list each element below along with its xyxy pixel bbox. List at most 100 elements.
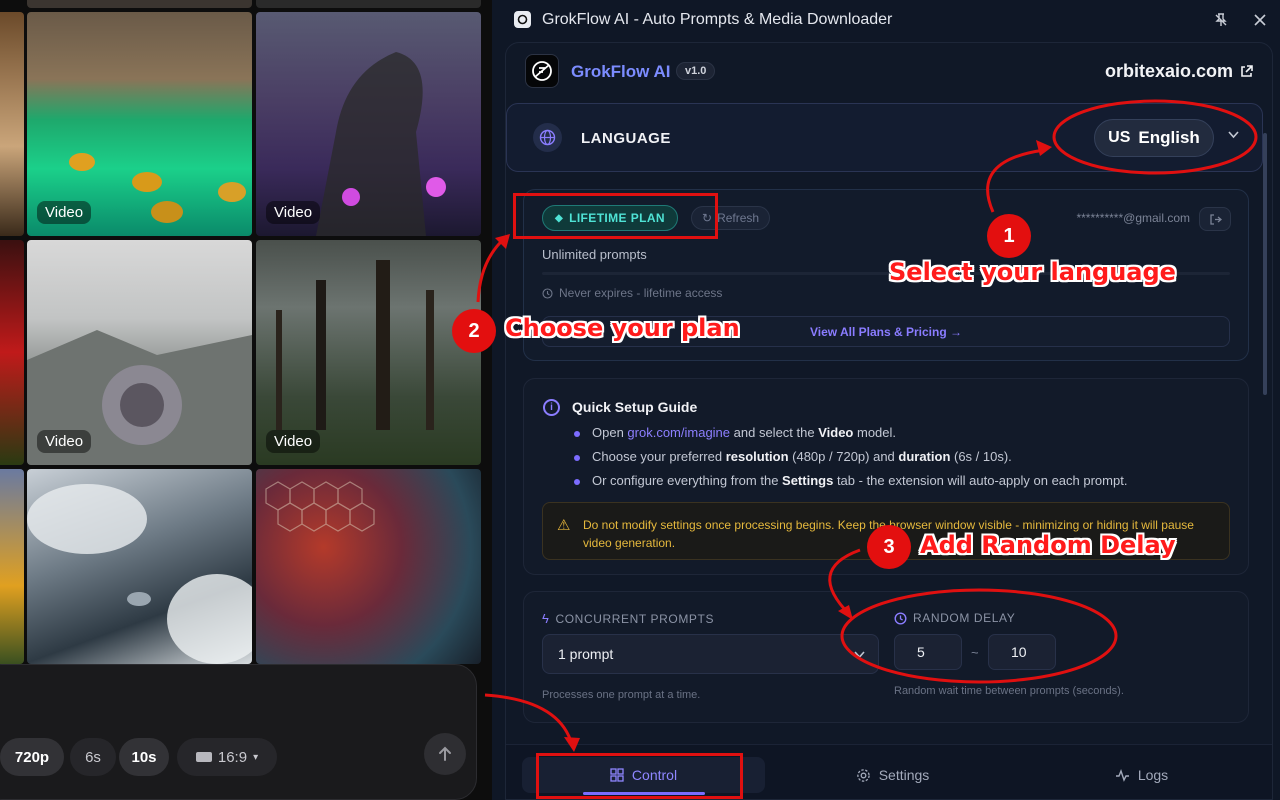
guide-step: Choose your preferred resolution (480p /… [574,449,1012,464]
tab-logs[interactable]: Logs [1020,757,1263,793]
guide-step: Or configure everything from the Setting… [574,473,1127,488]
view-plans-label: View All Plans & Pricing → [809,324,963,339]
guide-bold: Video [818,425,854,440]
plan-description: Unlimited prompts [542,247,647,262]
bullet-dot [574,478,580,485]
delay-max-value: 10 [1011,644,1027,660]
clock-icon [894,611,907,625]
duration-10s-chip[interactable]: 10s [119,738,169,776]
language-select[interactable]: US English [1094,119,1214,157]
account-email: **********@gmail.com [1076,211,1190,225]
gallery-tile-partial[interactable] [0,240,24,465]
extension-panel: GrokFlow AI - Auto Prompts & Media Downl… [492,0,1280,800]
globe-icon [533,123,562,152]
tile-badge: Video [37,430,92,453]
aspect-ratio-label: 16:9 [217,748,248,766]
chevron-down-icon[interactable] [1227,128,1240,144]
brand-logo [525,54,559,88]
gallery-tile[interactable] [27,469,252,664]
language-section: LANGUAGE US English [506,103,1263,172]
gallery-tile[interactable] [256,469,481,664]
step-badge-1: 1 [987,214,1031,258]
tab-settings-label: Settings [878,767,930,783]
website-label: orbitexaio.com [1104,61,1233,81]
app-icon [514,11,531,28]
language-title: LANGUAGE [581,130,671,147]
guide-text: (480p / 720p) and [788,449,899,464]
send-button[interactable] [424,733,466,775]
language-value: English [1138,128,1200,147]
guide-text: and select the [730,425,819,440]
step-badge-2: 2 [452,309,496,353]
guide-text: Or configure everything from the [592,473,783,488]
pin-icon[interactable] [1210,9,1232,31]
duration-label: 10s [131,748,157,766]
refresh-label: Refresh [717,211,760,225]
extension-card: GrokFlow AI v1.0 orbitexaio.com LANGUAGE… [505,42,1273,800]
window-title: GrokFlow AI - Auto Prompts & Media Downl… [542,11,893,28]
gallery-tile[interactable]: Video [27,12,252,236]
honeycomb-illustration [265,481,375,532]
delay-hint: Random wait time between prompts (second… [894,685,1124,697]
concurrent-label-text: CONCURRENT PROMPTS [555,611,715,626]
delay-max-input[interactable]: 10 [988,634,1056,670]
website-link[interactable]: orbitexaio.com [1105,61,1254,82]
tile-badge: Video [37,201,92,224]
bullet-dot [574,430,580,437]
tile-badge: Video [266,201,321,224]
chevron-down-icon [848,643,870,665]
chevron-down-icon: ▾ [253,751,259,763]
delay-min-value: 5 [917,644,925,660]
step-badge-3: 3 [867,525,911,569]
guide-text: model. [853,425,897,440]
duration-label: 6s [85,748,101,766]
info-icon: i [543,399,560,416]
guide-bold: duration [898,449,951,464]
tab-settings[interactable]: Settings [771,757,1014,793]
guide-bold: resolution [725,449,789,464]
delay-min-input[interactable]: 5 [894,634,962,670]
gallery-tile[interactable]: Video [256,12,481,236]
prompt-composer[interactable] [0,664,477,800]
concurrent-value: 1 prompt [558,646,614,662]
control-highlight-box [536,753,743,799]
logout-button[interactable] [1199,207,1231,231]
clouds-illustration [27,484,252,664]
gallery-tile[interactable] [27,0,252,8]
concurrent-prompts-select[interactable]: 1 prompt [542,634,879,674]
bullet-dot [574,454,580,461]
step-label-1: Select your language [889,258,1176,286]
window-titlebar: GrokFlow AI - Auto Prompts & Media Downl… [492,0,1280,40]
guide-text: Open [592,425,628,440]
concurrent-prompts-label: ϟ CONCURRENT PROMPTS [542,611,714,626]
step-label-3: Add Random Delay [920,531,1176,559]
flag-code: US [1108,129,1131,146]
external-link-icon [1241,65,1253,77]
guide-bold: Settings [782,473,834,488]
gallery-tile[interactable]: Video [27,240,252,465]
guide-title: Quick Setup Guide [572,399,698,415]
activity-icon [1115,768,1129,782]
resolution-720p-chip[interactable]: 720p [0,738,64,776]
guide-text: (6s / 10s). [950,449,1012,464]
clock-icon [542,287,553,299]
gallery-tile[interactable] [256,0,481,8]
grok-imagine-link[interactable]: grok.com/imagine [627,425,730,440]
close-icon[interactable] [1249,9,1271,31]
gallery-tile[interactable]: Video [256,240,481,465]
version-badge: v1.0 [676,62,716,80]
gear-icon [856,768,870,782]
aspect-ratio-dropdown[interactable]: 16:9 ▾ [177,738,277,776]
guide-text: Choose your preferred [592,449,726,464]
step-label-2: Choose your plan [505,314,740,342]
delay-label-text: RANDOM DELAY [913,611,1016,625]
guide-text: tab - the extension will auto-apply on e… [833,473,1128,488]
scrollbar[interactable] [1263,133,1267,395]
video-gallery: Video Video Video Video 720p 6s 10s 16:9… [0,0,492,800]
range-separator: ~ [971,645,979,660]
plan-expiry: Never expires - lifetime access [542,286,722,300]
gallery-tile-partial[interactable] [0,12,24,236]
gallery-tile-partial[interactable] [0,469,24,664]
expiry-text: Never expires - lifetime access [559,286,723,300]
duration-6s-chip[interactable]: 6s [70,738,116,776]
